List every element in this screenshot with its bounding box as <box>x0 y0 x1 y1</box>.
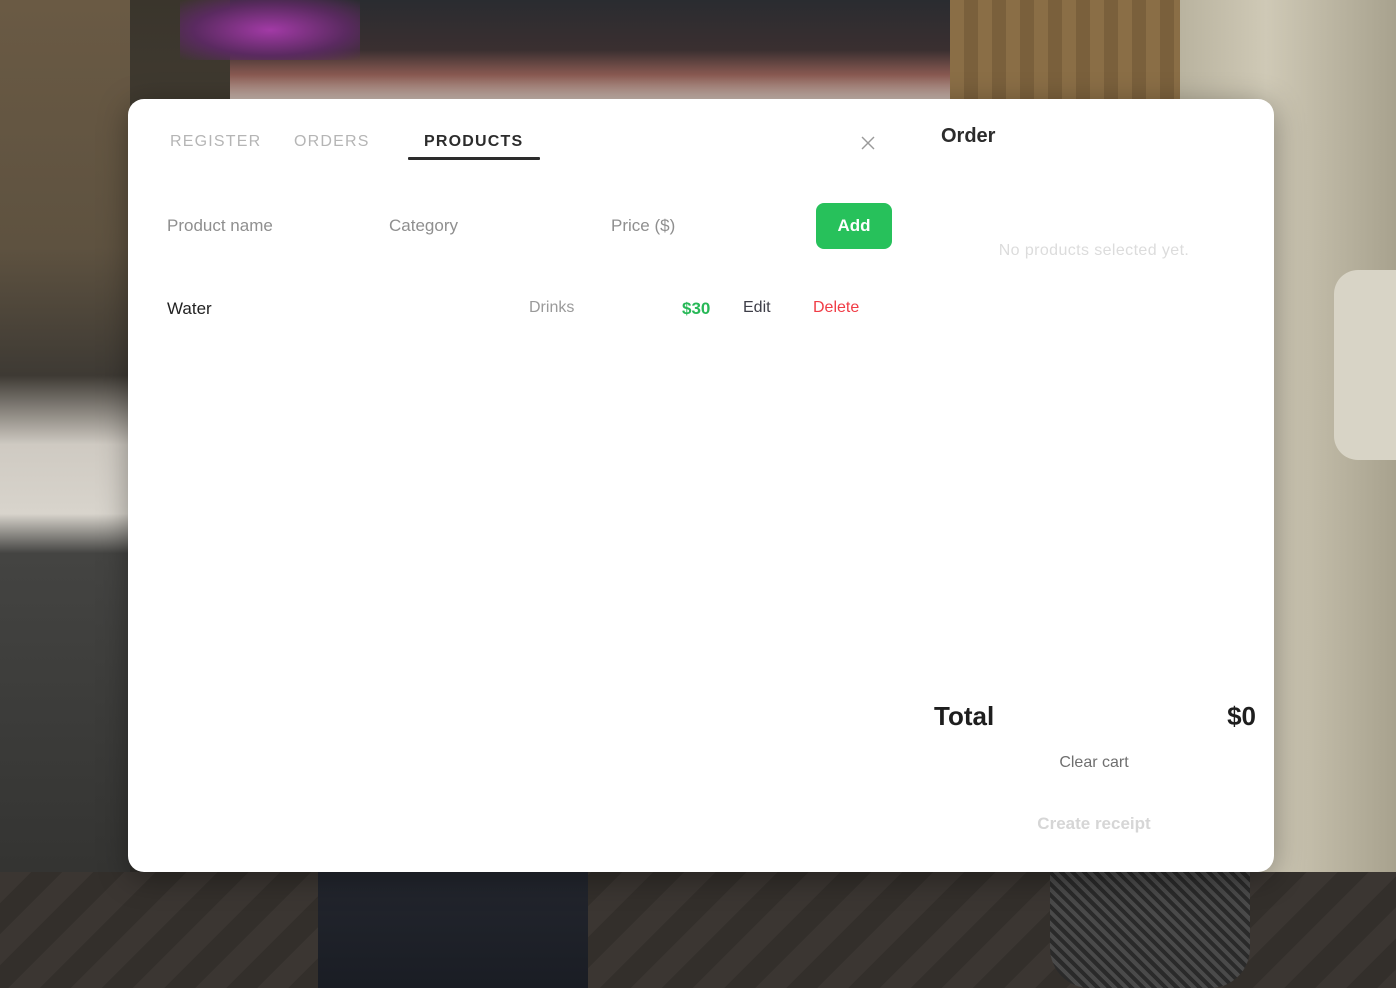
background-stage-lights <box>180 0 360 60</box>
total-value: $0 <box>1227 701 1256 731</box>
total-label: Total <box>934 701 995 731</box>
order-empty-message: No products selected yet. <box>998 242 1190 259</box>
price-input[interactable] <box>611 211 791 241</box>
background-waste-basket <box>1050 872 1250 988</box>
tab-orders[interactable]: ORDERS <box>274 129 388 159</box>
tab-products[interactable]: PRODUCTS <box>408 129 540 160</box>
order-panel-title: Order <box>941 125 996 147</box>
background-character <box>318 872 588 988</box>
tab-bar: REGISTER ORDERS PRODUCTS <box>168 129 540 160</box>
tab-register[interactable]: REGISTER <box>168 129 274 159</box>
product-row: Water Drinks $30 Edit Delete <box>167 293 877 323</box>
background-room-left <box>0 0 130 988</box>
background-wood-panel <box>950 0 1190 110</box>
category-input[interactable] <box>389 211 589 241</box>
close-icon <box>861 136 875 150</box>
add-product-button[interactable]: Add <box>816 203 892 249</box>
game-background: REGISTER ORDERS PRODUCTS Add Water Drink… <box>0 0 1396 988</box>
create-receipt-button[interactable]: Create receipt <box>994 814 1194 834</box>
product-name: Water <box>167 299 212 318</box>
product-category: Drinks <box>529 299 575 316</box>
edit-product-button[interactable]: Edit <box>743 299 771 317</box>
product-price: $30 <box>682 299 711 318</box>
close-button[interactable] <box>858 133 878 153</box>
add-product-form: Add <box>167 203 893 249</box>
background-wall-phone <box>1334 270 1396 460</box>
register-modal: REGISTER ORDERS PRODUCTS Add Water Drink… <box>128 99 1274 872</box>
delete-product-button[interactable]: Delete <box>813 299 859 317</box>
product-name-input[interactable] <box>167 211 367 241</box>
clear-cart-button[interactable]: Clear cart <box>994 754 1194 772</box>
